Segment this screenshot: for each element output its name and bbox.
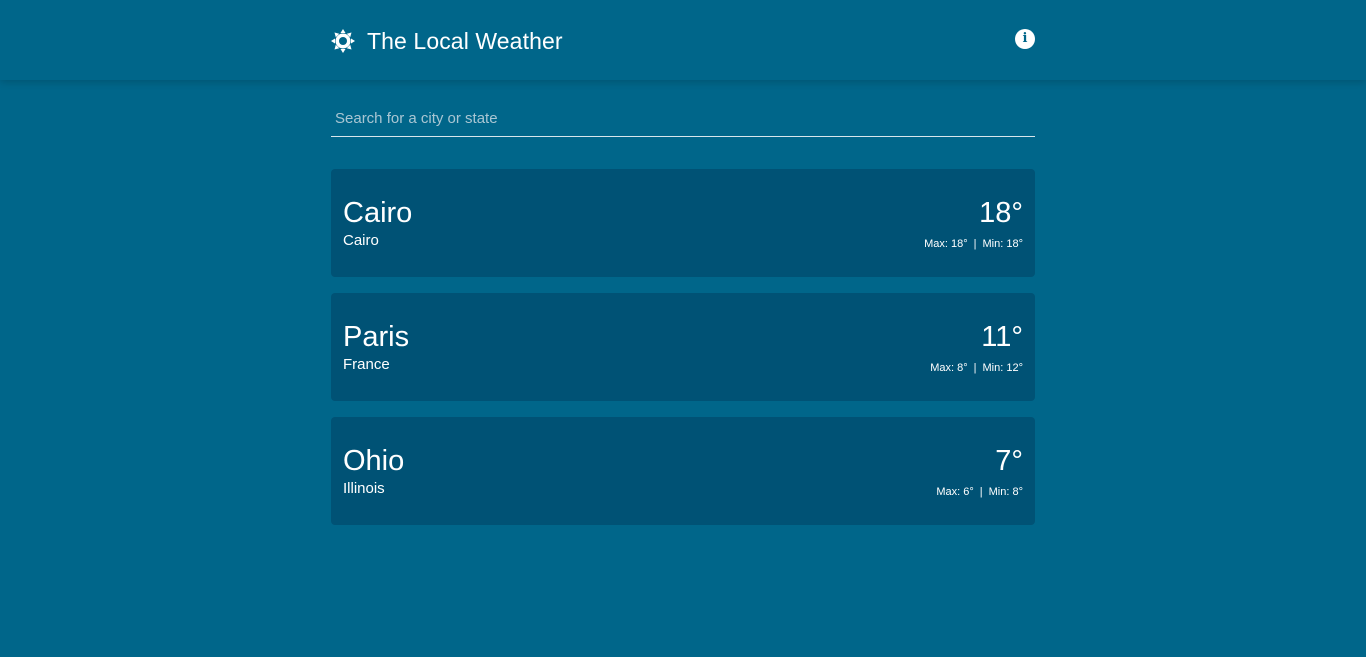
minmax-separator: |	[979, 486, 983, 498]
weather-card-paris[interactable]: Paris France 11° Max: 8° | Min: 12°	[331, 293, 1035, 401]
sun-icon	[331, 29, 355, 53]
card-region: Illinois	[343, 480, 385, 497]
card-city: Cairo	[343, 197, 413, 229]
card-region: France	[343, 356, 390, 373]
minmax-separator: |	[973, 362, 977, 374]
app-title: The Local Weather	[367, 27, 563, 54]
card-temperature: 18°	[979, 197, 1023, 229]
card-min: Min: 18°	[982, 238, 1023, 250]
card-city: Ohio	[343, 445, 405, 477]
minmax-separator: |	[973, 238, 977, 250]
weather-card-cairo[interactable]: Cairo Cairo 18° Max: 18° | Min: 18°	[331, 169, 1035, 277]
card-temperature: 11°	[981, 321, 1023, 353]
card-minmax: Max: 6° | Min: 8°	[936, 486, 1023, 498]
card-max: Max: 8°	[930, 362, 968, 374]
card-temperature: 7°	[995, 445, 1023, 477]
card-max: Max: 6°	[936, 486, 974, 498]
app-header: The Local Weather i	[0, 0, 1366, 80]
card-max: Max: 18°	[924, 238, 968, 250]
brand[interactable]: The Local Weather	[331, 27, 563, 55]
weather-card-ohio[interactable]: Ohio Illinois 7° Max: 6° | Min: 8°	[331, 417, 1035, 525]
card-region: Cairo	[343, 232, 379, 249]
search-input[interactable]	[331, 100, 1035, 134]
card-min: Min: 8°	[988, 486, 1023, 498]
card-city: Paris	[343, 321, 410, 353]
info-icon[interactable]: i	[1015, 29, 1035, 49]
card-minmax: Max: 18° | Min: 18°	[924, 238, 1023, 250]
search-field	[331, 100, 1035, 137]
card-minmax: Max: 8° | Min: 12°	[930, 362, 1023, 374]
header-content: The Local Weather i	[331, 0, 1035, 80]
card-min: Min: 12°	[982, 362, 1023, 374]
